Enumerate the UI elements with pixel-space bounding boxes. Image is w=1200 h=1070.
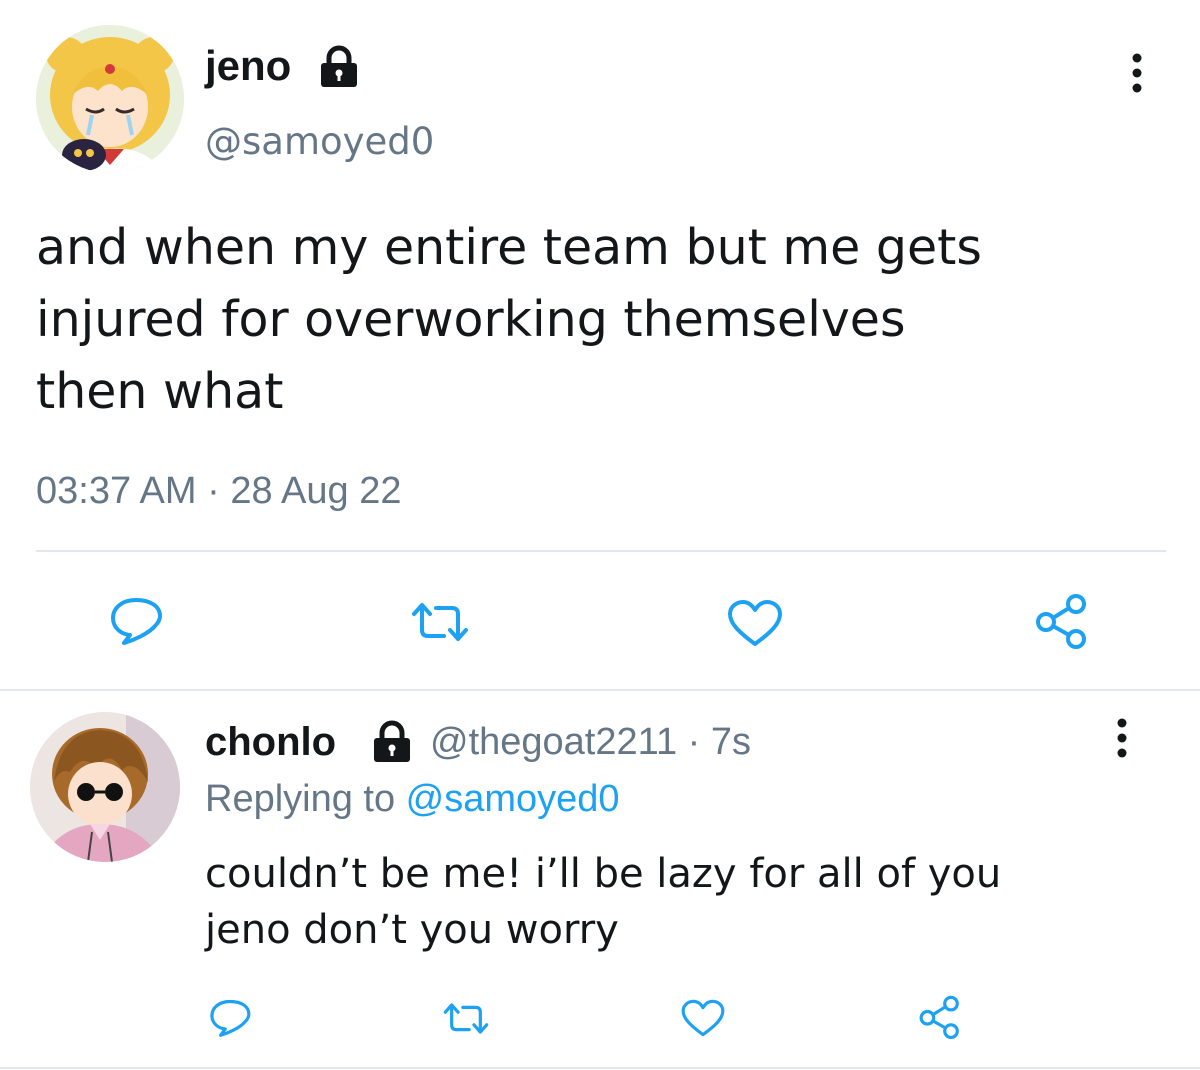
like-button[interactable] bbox=[726, 598, 784, 648]
like-icon bbox=[728, 600, 782, 646]
reply-time[interactable]: 7s bbox=[711, 721, 751, 763]
share-icon bbox=[1036, 594, 1086, 649]
like-icon bbox=[681, 999, 725, 1037]
display-name[interactable]: jeno bbox=[205, 40, 291, 92]
user-handle[interactable]: @thegoat2211 bbox=[430, 721, 677, 763]
like-button[interactable] bbox=[680, 998, 726, 1038]
tweet-text-line: then what bbox=[36, 363, 284, 420]
retweet-button[interactable] bbox=[410, 600, 470, 644]
tweet-text: and when my entire team but me gets inju… bbox=[36, 212, 1176, 428]
replying-prefix: Replying to bbox=[205, 778, 406, 820]
tweet-timestamp[interactable]: 03:37 AM · 28 Aug 22 bbox=[36, 466, 402, 516]
reply-button[interactable] bbox=[208, 998, 252, 1038]
reply-text-line: couldn’t be me! i’ll be lazy for all of … bbox=[205, 851, 1002, 897]
reply-text-line: jeno don’t you worry bbox=[205, 907, 619, 953]
avatar[interactable] bbox=[36, 25, 184, 173]
anime-character-avatar-icon bbox=[30, 712, 180, 862]
mention-link[interactable]: @samoyed0 bbox=[406, 778, 620, 820]
more-options-icon[interactable] bbox=[1112, 717, 1132, 759]
reply-meta: @thegoat2211 · 7s bbox=[430, 717, 751, 767]
reply-icon bbox=[111, 598, 162, 645]
divider bbox=[36, 550, 1166, 552]
avatar[interactable] bbox=[30, 712, 180, 862]
user-handle[interactable]: @samoyed0 bbox=[205, 117, 434, 167]
retweet-icon bbox=[443, 1003, 489, 1034]
more-options-icon[interactable] bbox=[1127, 52, 1147, 94]
reply-text: couldn’t be me! i’ll be lazy for all of … bbox=[205, 846, 1165, 958]
lock-icon bbox=[318, 44, 360, 88]
share-icon bbox=[919, 995, 959, 1039]
sailor-moon-avatar-icon bbox=[36, 25, 184, 173]
share-button[interactable] bbox=[1034, 592, 1090, 650]
tweet-detail-view: jeno @samoyed0 and when my entire team b… bbox=[0, 0, 1200, 1070]
reply-icon bbox=[210, 999, 251, 1037]
meta-separator: · bbox=[677, 721, 711, 763]
tweet-text-line: and when my entire team but me gets bbox=[36, 219, 982, 276]
retweet-icon bbox=[412, 603, 468, 641]
replying-to: Replying to @samoyed0 bbox=[205, 774, 620, 824]
lock-icon bbox=[370, 719, 414, 763]
divider bbox=[0, 689, 1200, 691]
display-name[interactable]: chonlo bbox=[205, 717, 336, 767]
reply-button[interactable] bbox=[108, 596, 164, 646]
retweet-button[interactable] bbox=[442, 1001, 490, 1036]
tweet-text-line: injured for overworking themselves bbox=[36, 291, 906, 348]
share-button[interactable] bbox=[918, 994, 962, 1040]
divider bbox=[0, 1067, 1200, 1069]
